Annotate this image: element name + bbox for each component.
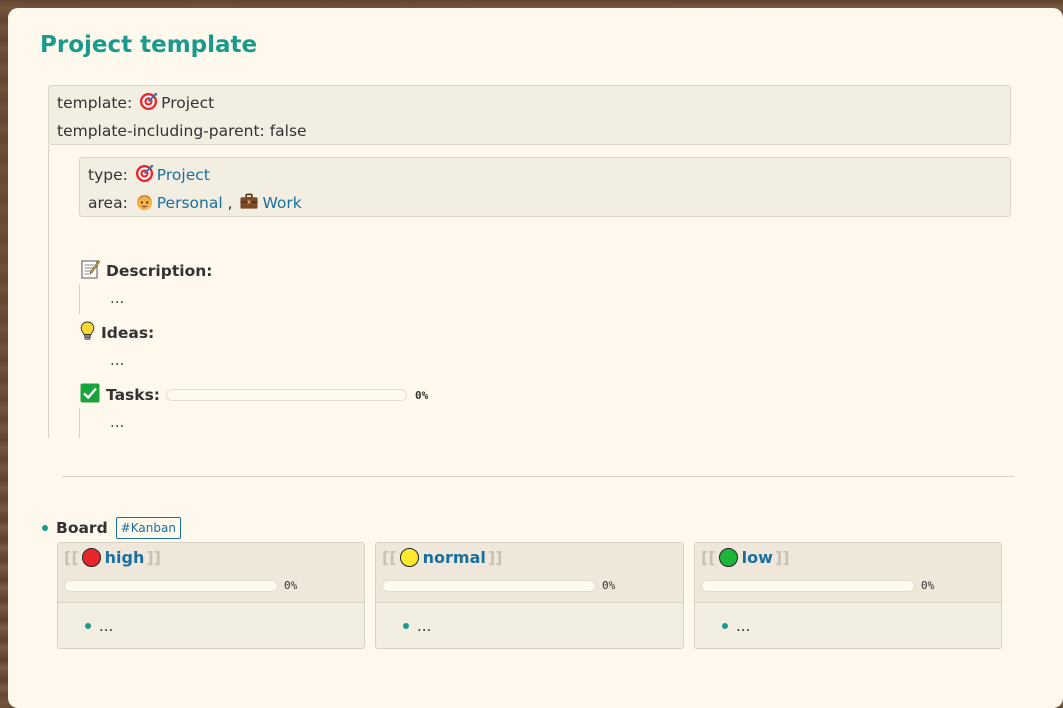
template-key: template: [57, 94, 133, 112]
tasks-heading: Tasks: 0% [80, 383, 428, 407]
column-header: [[ high ]] 0% [58, 543, 364, 603]
template-including-parent-key: template-including-parent: [57, 122, 265, 140]
bracket-open: [[ [64, 548, 79, 567]
bracket-close: ]] [487, 548, 503, 567]
memo-icon [80, 259, 100, 283]
kanban-column-high: [[ high ]] 0% ... [57, 542, 365, 649]
green-circle-icon [718, 548, 738, 567]
column-item[interactable]: ... [85, 617, 113, 635]
bracket-close: ]] [146, 548, 161, 567]
bullet-icon[interactable] [722, 623, 728, 629]
column-progress-bar [701, 579, 915, 592]
column-progress: 0% [382, 579, 615, 592]
tasks-progress-text: 0% [415, 388, 429, 402]
column-header: [[ low ]] 0% [695, 543, 1001, 603]
tasks-progress-bar [166, 389, 407, 401]
column-title: [[ high ]] [64, 548, 161, 567]
column-progress-bar [382, 579, 596, 592]
divider [62, 476, 1014, 477]
column-item-text: ... [417, 617, 432, 635]
ideas-heading: Ideas: [80, 321, 154, 345]
column-title: [[ normal ]] [382, 548, 502, 567]
bullet-icon[interactable] [85, 623, 91, 629]
target-icon [135, 164, 154, 191]
template-value: Project [161, 94, 215, 112]
target-icon [139, 92, 158, 119]
column-title: [[ low ]] [701, 548, 790, 567]
column-progress: 0% [701, 579, 934, 592]
yellow-circle-icon [399, 548, 419, 567]
lightbulb-icon [80, 321, 95, 345]
area-personal-link[interactable]: Personal [157, 194, 223, 212]
red-circle-icon [81, 548, 101, 567]
column-progress: 0% [64, 579, 297, 592]
person-face-icon [135, 192, 154, 219]
ideas-label: Ideas: [101, 324, 155, 342]
column-item-text: ... [736, 617, 751, 635]
column-item[interactable]: ... [722, 617, 750, 635]
column-progress-text: 0% [921, 579, 935, 592]
kanban-column-normal: [[ normal ]] 0% ... [375, 542, 684, 649]
template-including-parent-value: false [269, 122, 307, 140]
tasks-guide [79, 408, 80, 438]
column-link-high[interactable]: high [105, 548, 145, 567]
page-title: Project template [40, 32, 258, 58]
column-progress-text: 0% [284, 579, 298, 592]
column-header: [[ normal ]] 0% [376, 543, 683, 603]
description-guide [79, 284, 80, 314]
type-key: type: [88, 166, 128, 184]
column-item[interactable]: ... [403, 617, 431, 635]
board-heading: Board #Kanban [42, 517, 181, 539]
column-progress-bar [64, 579, 278, 592]
area-key: area: [88, 194, 128, 212]
bracket-close: ]] [774, 548, 790, 567]
board-label: Board [56, 519, 108, 537]
column-item-text: ... [99, 617, 114, 635]
bracket-open: [[ [382, 548, 397, 567]
briefcase-icon [239, 192, 259, 219]
description-label: Description: [106, 262, 213, 280]
column-progress-text: 0% [602, 579, 616, 592]
type-project-link[interactable]: Project [157, 166, 210, 184]
template-properties: template: Project template-including-par… [48, 85, 1011, 145]
check-box-icon [80, 383, 100, 407]
kanban-column-low: [[ low ]] 0% ... [694, 542, 1002, 649]
description-heading: Description: [80, 259, 212, 283]
tasks-label: Tasks: [106, 386, 160, 404]
column-link-low[interactable]: low [742, 548, 773, 567]
ideas-content[interactable]: ... [110, 351, 124, 369]
description-content[interactable]: ... [110, 289, 124, 307]
column-link-normal[interactable]: normal [423, 548, 486, 567]
tasks-content[interactable]: ... [110, 413, 124, 431]
bracket-open: [[ [701, 548, 716, 567]
bullet-icon[interactable] [403, 623, 409, 629]
bullet-icon[interactable] [42, 525, 48, 531]
area-work-link[interactable]: Work [262, 194, 301, 212]
kanban-tag[interactable]: #Kanban [115, 517, 181, 539]
indent-guide [48, 145, 49, 438]
area-separator: , [227, 194, 233, 212]
page-properties: type: Project area: Personal , Work [79, 157, 1011, 217]
page-card: Project template template: Project templ… [8, 8, 1063, 708]
